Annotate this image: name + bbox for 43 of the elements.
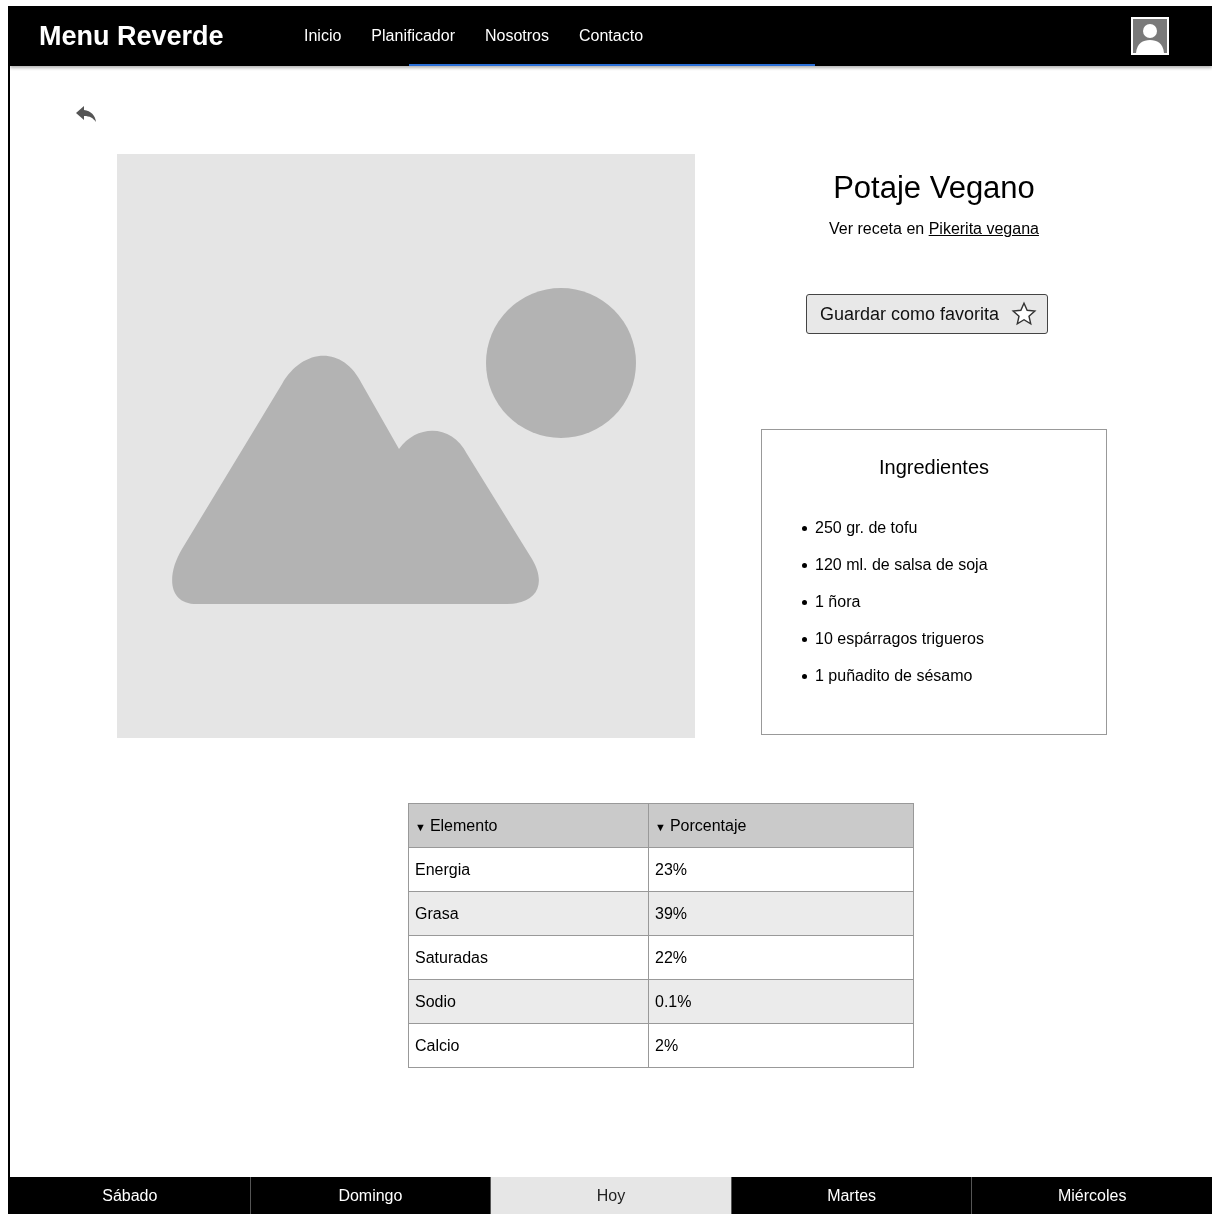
column-header[interactable]: ▼ Elemento (408, 803, 649, 848)
brand-logo[interactable]: Menu Reverde (39, 20, 289, 52)
ingredient-text: 1 ñora (815, 593, 861, 611)
day-tab[interactable]: Martes (730, 1177, 972, 1214)
ingredient-text: 250 gr. de tofu (815, 519, 918, 537)
table-cell: Saturadas (408, 935, 649, 980)
recipe-link[interactable]: Pikerita vegana (928, 220, 1039, 237)
avatar[interactable] (1128, 14, 1172, 58)
table-cell: Energia (408, 847, 649, 892)
ingredient-text: 10 espárragos trigueros (815, 630, 984, 648)
user-silhouette-icon (1131, 17, 1169, 55)
table-cell: 23% (648, 847, 914, 892)
bullet-icon (802, 636, 807, 642)
table-cell: Sodio (408, 979, 649, 1024)
header-label: Porcentaje (669, 816, 747, 834)
day-tab[interactable]: Miércoles (971, 1177, 1212, 1214)
back-arrow-icon (74, 104, 98, 124)
table-cell: 0.1% (648, 979, 914, 1024)
table-cell: 39% (648, 891, 914, 936)
sort-arrow-icon: ▼ (415, 820, 426, 833)
day-tab[interactable]: Hoy (490, 1177, 731, 1214)
bullet-icon (802, 673, 807, 679)
favorite-button[interactable]: Guardar como favorita (805, 294, 1049, 334)
table-cell: Grasa (408, 891, 649, 936)
nav-link[interactable]: Contacto (579, 27, 644, 45)
bullet-icon (802, 525, 807, 531)
ingredient-text: 120 ml. de salsa de soja (815, 556, 988, 574)
day-tab[interactable]: Sábado (10, 1177, 250, 1214)
header-label: Elemento (429, 816, 498, 834)
nav-link[interactable]: Inicio (304, 27, 342, 45)
bullet-icon (802, 599, 807, 605)
source-text: Ver receta en Pikerita vegana (829, 220, 1039, 238)
ingredient-text: 1 puñadito de sésamo (815, 667, 973, 685)
panel-title: Ingredientes (877, 456, 991, 479)
sort-arrow-icon: ▼ (655, 820, 666, 833)
nav-link[interactable]: Planificador (371, 27, 455, 45)
table-cell: 22% (648, 935, 914, 980)
column-header[interactable]: ▼ Porcentaje (648, 803, 914, 848)
recipe-title: Potaje Vegano (833, 170, 1035, 206)
table-cell: 2% (648, 1023, 914, 1068)
table-cell: Calcio (408, 1023, 649, 1068)
bullet-icon (802, 562, 807, 568)
nav-link[interactable]: Nosotros (484, 27, 549, 45)
